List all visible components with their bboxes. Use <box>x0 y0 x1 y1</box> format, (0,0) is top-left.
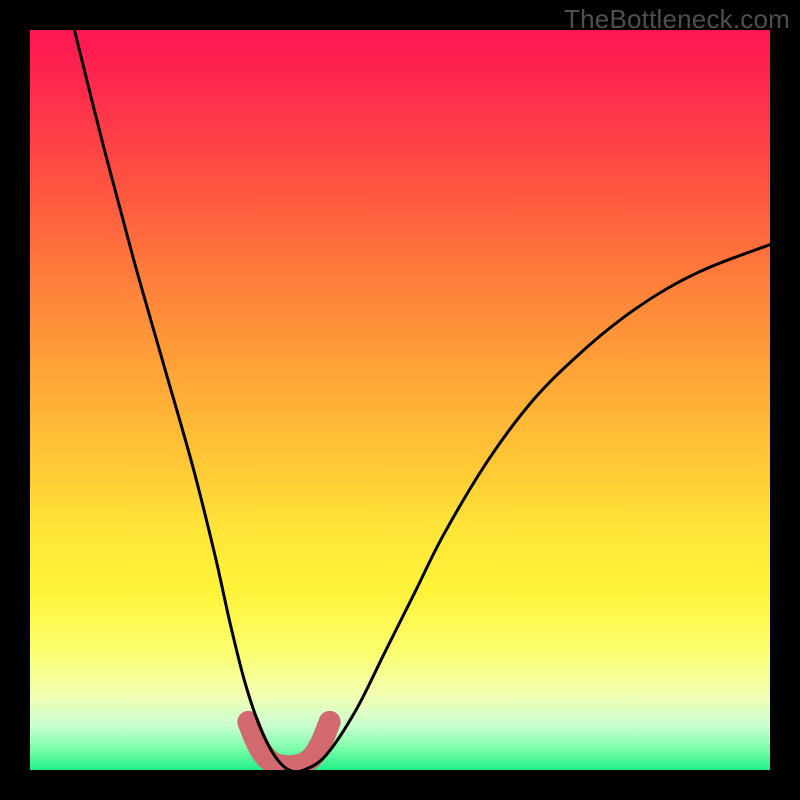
curve-layer <box>30 30 770 770</box>
bottleneck-curve <box>74 30 770 770</box>
chart-frame: TheBottleneck.com <box>0 0 800 800</box>
plot-area <box>30 30 770 770</box>
